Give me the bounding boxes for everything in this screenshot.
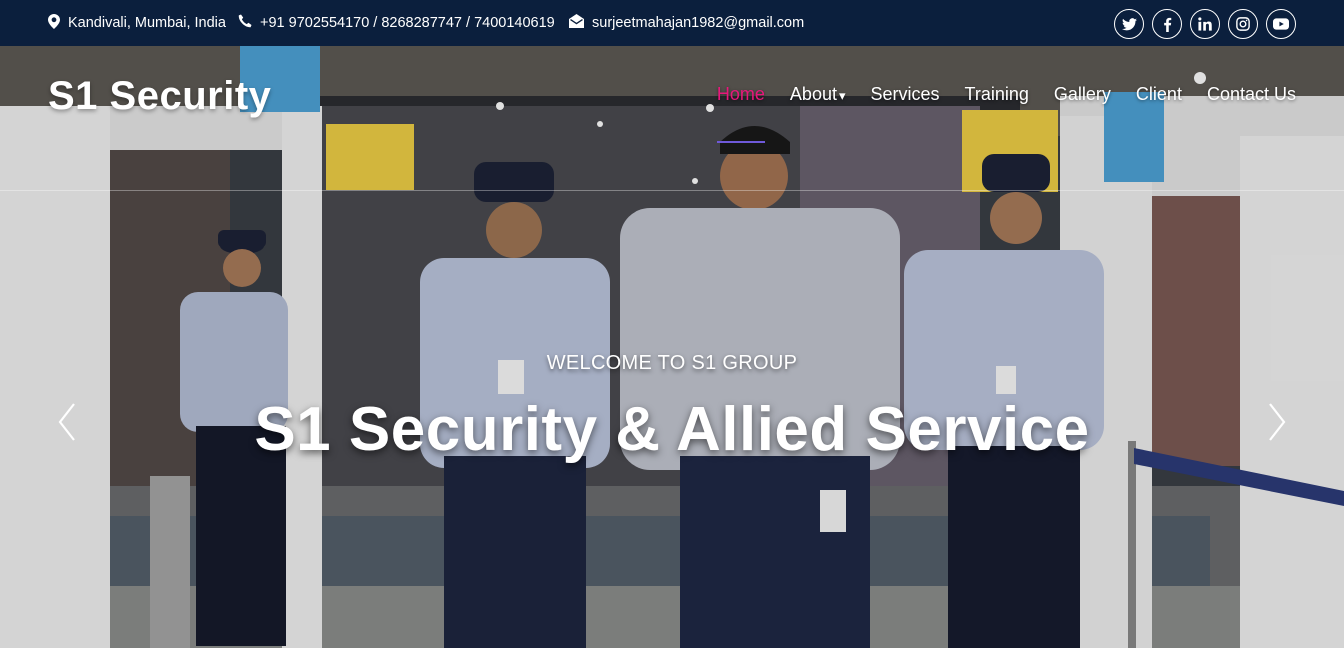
envelope-open-icon [569, 14, 584, 32]
location-info: Kandivali, Mumbai, India [48, 0, 226, 46]
hero-overlay [0, 46, 1344, 648]
chevron-right-icon [1269, 403, 1286, 441]
hero-kicker: WELCOME TO S1 GROUP [546, 352, 798, 374]
nav-gallery[interactable]: Gallery [1054, 84, 1111, 105]
brand-logo[interactable]: S1 Security [48, 74, 271, 119]
map-pin-icon [48, 13, 60, 33]
hero-slider: S1 Security Home About ▾ Services Trainin… [0, 46, 1344, 648]
chevron-down-icon: ▾ [838, 88, 846, 103]
phone-icon [238, 14, 252, 32]
linkedin-icon[interactable] [1190, 9, 1220, 39]
nav-about[interactable]: About ▾ [790, 84, 846, 105]
top-contact-bar: Kandivali, Mumbai, India +91 9702554170 … [0, 0, 1344, 46]
nav-contact-us[interactable]: Contact Us [1207, 84, 1296, 105]
phone-text[interactable]: +91 9702554170 / 8268287747 / 7400140619 [260, 15, 555, 31]
main-nav: Home About ▾ Services Training Gallery Cl… [716, 84, 1296, 143]
facebook-icon[interactable] [1152, 9, 1182, 39]
social-links [1114, 9, 1296, 39]
nav-services[interactable]: Services [871, 84, 940, 105]
email-text[interactable]: surjeetmahajan1982@gmail.com [592, 15, 804, 31]
youtube-icon[interactable] [1266, 9, 1296, 39]
hero-headline: S1 Security & Allied Service [254, 395, 1090, 464]
twitter-icon[interactable] [1114, 9, 1144, 39]
nav-divider [0, 190, 1344, 191]
phone-info[interactable]: +91 9702554170 / 8268287747 / 7400140619 [238, 0, 555, 46]
nav-home[interactable]: Home [716, 84, 765, 143]
instagram-icon[interactable] [1228, 9, 1258, 39]
email-info[interactable]: surjeetmahajan1982@gmail.com [569, 0, 804, 46]
nav-training[interactable]: Training [965, 84, 1029, 105]
location-text: Kandivali, Mumbai, India [68, 15, 226, 31]
chevron-left-icon [58, 403, 75, 441]
carousel-next-button[interactable] [1262, 398, 1292, 446]
nav-client[interactable]: Client [1136, 84, 1182, 105]
carousel-prev-button[interactable] [52, 398, 82, 446]
